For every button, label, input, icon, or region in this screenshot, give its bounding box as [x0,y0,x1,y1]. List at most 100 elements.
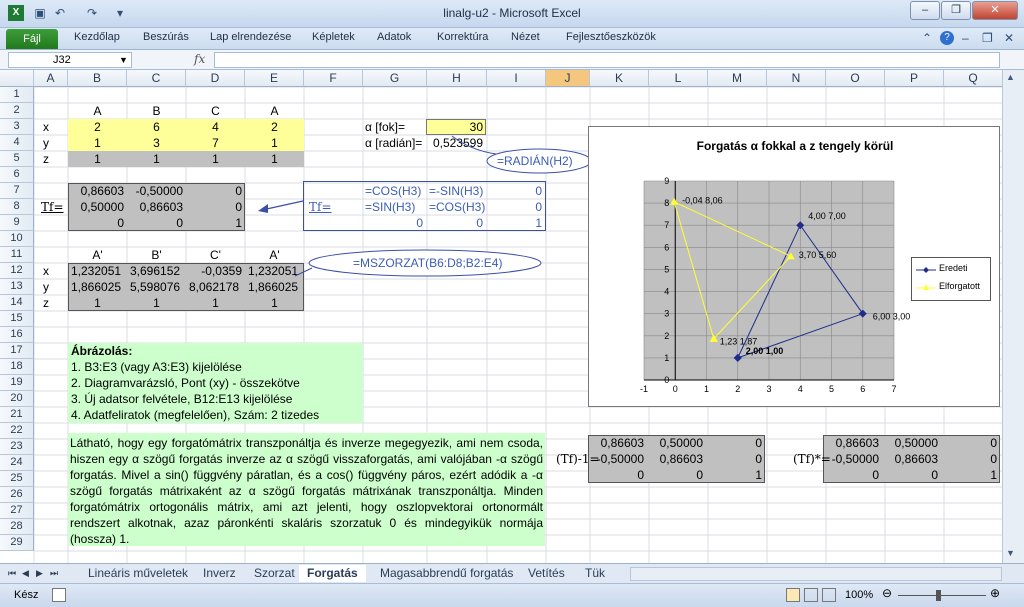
cell-B2[interactable]: A [68,103,127,119]
inverse-cell[interactable]: 0 [706,435,765,451]
cell-C4[interactable]: 3 [127,135,186,151]
inverse-cell[interactable]: 0,86603 [588,435,647,451]
column-header-G[interactable]: G [363,70,427,87]
cell-B8[interactable]: 0,50000 [68,199,127,215]
scroll-up-icon[interactable]: ▲ [1006,72,1015,82]
cell-I7[interactable]: 0 [486,183,545,199]
row-header-2[interactable]: 2 [0,103,34,119]
restore-workbook-icon[interactable]: ❐ [982,31,993,45]
name-box-dropdown-icon[interactable]: ▼ [119,55,128,65]
cell-A3[interactable]: x [40,119,52,135]
chart-container[interactable]: Forgatás α fokkal a z tengely körül -1 0 1… [588,126,1000,407]
cell-E5[interactable]: 1 [245,151,304,167]
cell-D11[interactable]: C' [186,247,245,263]
row-header-18[interactable]: 18 [0,359,34,375]
zoom-level[interactable]: 100% [845,589,873,601]
close-icon[interactable]: ✕ [972,1,1018,20]
transpose-cell[interactable]: 0 [941,451,1000,467]
cell-B9[interactable]: 0 [68,215,127,231]
cell-I9[interactable]: 1 [486,215,545,231]
row-header-13[interactable]: 13 [0,279,34,295]
row-header-19[interactable]: 19 [0,375,34,391]
transpose-cell[interactable]: 0,50000 [882,435,941,451]
row-header-29[interactable]: 29 [0,535,34,551]
cell-D2[interactable]: C [186,103,245,119]
zoom-slider-track[interactable] [898,595,986,596]
column-header-E[interactable]: E [245,70,304,87]
tab-insert[interactable]: Beszúrás [143,31,189,43]
tab-formulas[interactable]: Képletek [312,31,355,43]
sheet-tab-linearis[interactable]: Lineáris műveletek [88,565,188,582]
cell-C13[interactable]: 5,598076 [127,279,183,295]
cell-A4[interactable]: y [40,135,52,151]
cell-B5[interactable]: 1 [68,151,127,167]
transpose-cell[interactable]: -0,50000 [823,451,882,467]
row-header-3[interactable]: 3 [0,119,34,135]
cell-H3[interactable]: 30 [426,119,486,135]
column-header-N[interactable]: N [767,70,826,87]
sheet-tab-forgatas[interactable]: Forgatás [299,565,366,582]
cell-G4[interactable]: α [radián]= [362,135,425,151]
cell-D3[interactable]: 4 [186,119,245,135]
column-header-Q[interactable]: Q [944,70,1002,87]
cell-B21[interactable]: 4. Adatfeliratok (megfelelően), Szám: 2 … [68,407,322,423]
sheet-tab-tuk[interactable]: Tük [585,565,605,582]
row-header-15[interactable]: 15 [0,311,34,327]
scroll-down-icon[interactable]: ▼ [1006,548,1015,558]
select-all-corner[interactable] [0,70,34,87]
inverse-cell[interactable]: 0,86603 [647,451,706,467]
vertical-scrollbar[interactable]: ▲ ▼ [1002,70,1024,563]
inverse-cell[interactable]: 0,50000 [647,435,706,451]
horizontal-scrollbar[interactable] [630,567,1002,581]
cell-C3[interactable]: 6 [127,119,186,135]
cell-H8[interactable]: =COS(H3) [426,199,488,215]
cell-D14[interactable]: 1 [186,295,245,311]
inverse-cell[interactable]: 0 [647,467,706,483]
column-header-K[interactable]: K [590,70,649,87]
row-header-14[interactable]: 14 [0,295,34,311]
cell-C5[interactable]: 1 [127,151,186,167]
macro-record-icon[interactable] [52,588,66,602]
minimize-workbook-icon[interactable]: – [962,31,969,45]
sheet-nav-first-icon[interactable]: ⏮ [8,565,16,582]
column-header-M[interactable]: M [708,70,767,87]
cell-A5[interactable]: z [40,151,52,167]
name-box[interactable]: J32 ▼ [8,52,132,68]
sheet-tab-vetites[interactable]: Vetítés [528,565,565,582]
cell-D12[interactable]: -0,0359 [186,263,245,279]
column-header-I[interactable]: I [487,70,546,87]
cell-B7[interactable]: 0,86603 [68,183,127,199]
page-break-view-icon[interactable] [822,588,836,602]
cell-B12[interactable]: 1,232051 [68,263,124,279]
row-header-10[interactable]: 10 [0,231,34,247]
row-header-1[interactable]: 1 [0,87,34,103]
help-icon[interactable]: ? [940,31,954,45]
zoom-in-icon[interactable]: ⊕ [990,586,1000,600]
cell-E13[interactable]: 1,866025 [245,279,301,295]
transpose-cell[interactable]: 0,86603 [823,435,882,451]
cell-A12[interactable]: x [40,263,52,279]
cell-A13[interactable]: y [40,279,52,295]
page-layout-view-icon[interactable] [804,588,818,602]
cell-G3[interactable]: α [fok]= [362,119,408,135]
cell-E14[interactable]: 1 [245,295,304,311]
row-header-16[interactable]: 16 [0,327,34,343]
row-header-28[interactable]: 28 [0,519,34,535]
explanation-text[interactable]: Látható, hogy egy forgatómátrix transzpo… [70,435,543,547]
row-header-24[interactable]: 24 [0,455,34,471]
cell-D7[interactable]: 0 [186,183,245,199]
cell-D5[interactable]: 1 [186,151,245,167]
inverse-cell[interactable]: -0,50000 [588,451,647,467]
cell-H9[interactable]: 0 [426,215,486,231]
sheet-tab-szorzat[interactable]: Szorzat [254,565,295,582]
row-header-4[interactable]: 4 [0,135,34,151]
cell-B14[interactable]: 1 [68,295,127,311]
tab-file[interactable]: Fájl [6,29,58,49]
cell-E11[interactable]: A' [245,247,304,263]
cell-C12[interactable]: 3,696152 [127,263,183,279]
cell-A14[interactable]: z [40,295,52,311]
column-header-D[interactable]: D [186,70,245,87]
row-header-23[interactable]: 23 [0,439,34,455]
column-header-F[interactable]: F [304,70,363,87]
row-header-8[interactable]: 8 [0,199,34,215]
